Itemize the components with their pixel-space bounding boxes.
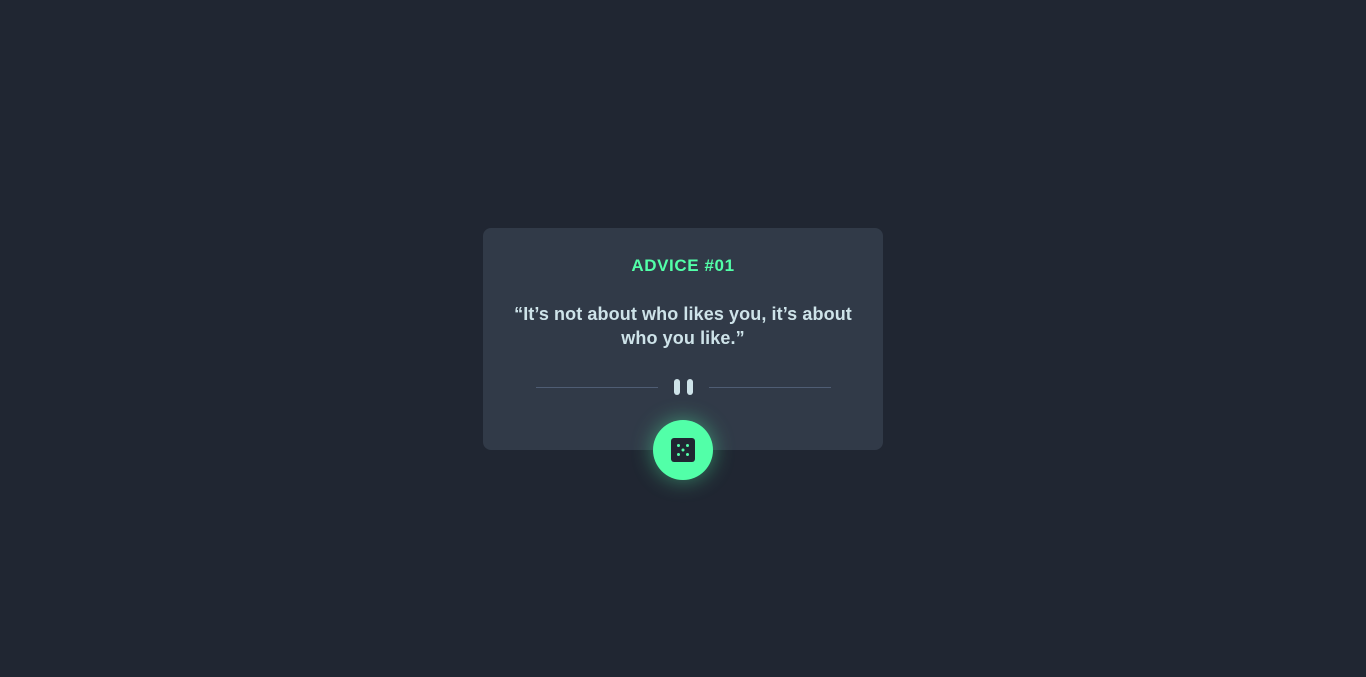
dice-icon bbox=[671, 438, 695, 462]
divider-line-right bbox=[709, 387, 831, 388]
pause-bar-left bbox=[674, 379, 680, 395]
divider bbox=[536, 379, 831, 395]
pause-bar-right bbox=[687, 379, 693, 395]
divider-line-left bbox=[536, 387, 658, 388]
advice-card: ADVICE #01 “It’s not about who likes you… bbox=[483, 228, 883, 450]
advice-quote: “It’s not about who likes you, it’s abou… bbox=[514, 304, 852, 348]
advice-id-heading: ADVICE #01 bbox=[631, 256, 735, 275]
app-root: ADVICE #01 “It’s not about who likes you… bbox=[0, 0, 1366, 677]
pause-icon bbox=[673, 379, 695, 395]
new-advice-button[interactable] bbox=[653, 420, 713, 480]
